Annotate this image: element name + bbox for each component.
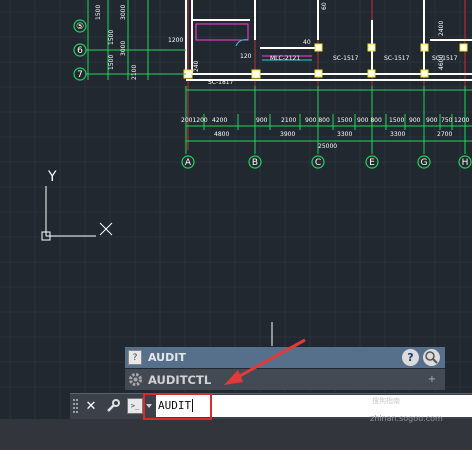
- watermark-url: zhinan.sogou.com: [370, 414, 443, 423]
- annotation-arrow: [224, 338, 306, 385]
- watermark: 搜狗指南: [372, 397, 400, 405]
